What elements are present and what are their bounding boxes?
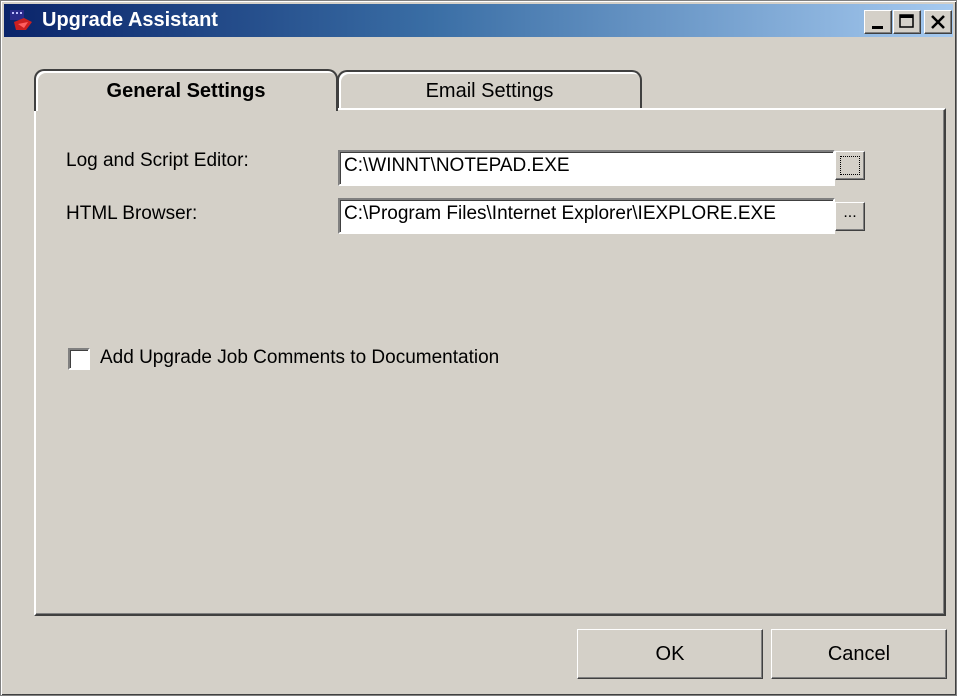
editor-label: Log and Script Editor:: [66, 150, 249, 171]
dialog-window: Upgrade Assistant General Settings Email…: [0, 0, 957, 696]
browser-browse-button[interactable]: ...: [835, 202, 865, 231]
comments-checkbox[interactable]: [68, 348, 90, 370]
editor-path-field[interactable]: C:\WINNT\NOTEPAD.EXE: [338, 150, 835, 186]
browser-path-field[interactable]: C:\Program Files\Internet Explorer\IEXPL…: [338, 198, 835, 234]
maximize-button[interactable]: [893, 10, 921, 34]
close-button[interactable]: [924, 10, 952, 34]
title-bar[interactable]: Upgrade Assistant: [4, 4, 953, 37]
minimize-icon: [872, 26, 883, 29]
ok-button[interactable]: OK: [577, 629, 763, 679]
tab-panel-general: Log and Script Editor: C:\WINNT\NOTEPAD.…: [34, 108, 946, 616]
minimize-button[interactable]: [864, 10, 892, 34]
tab-general-settings[interactable]: General Settings: [34, 69, 338, 111]
tab-email-settings-label: Email Settings: [425, 79, 554, 102]
comments-checkbox-label[interactable]: Add Upgrade Job Comments to Documentatio…: [100, 347, 499, 369]
tab-general-settings-label: General Settings: [106, 79, 266, 102]
maximize-icon: [899, 14, 914, 28]
focus-indicator: [840, 156, 860, 175]
browser-label: HTML Browser:: [66, 203, 198, 224]
tab-email-settings[interactable]: Email Settings: [337, 70, 642, 110]
cancel-button[interactable]: Cancel: [771, 629, 947, 679]
editor-browse-button[interactable]: [835, 151, 865, 180]
close-icon: [931, 15, 945, 29]
app-icon: [10, 10, 32, 30]
window-title: Upgrade Assistant: [42, 9, 218, 31]
